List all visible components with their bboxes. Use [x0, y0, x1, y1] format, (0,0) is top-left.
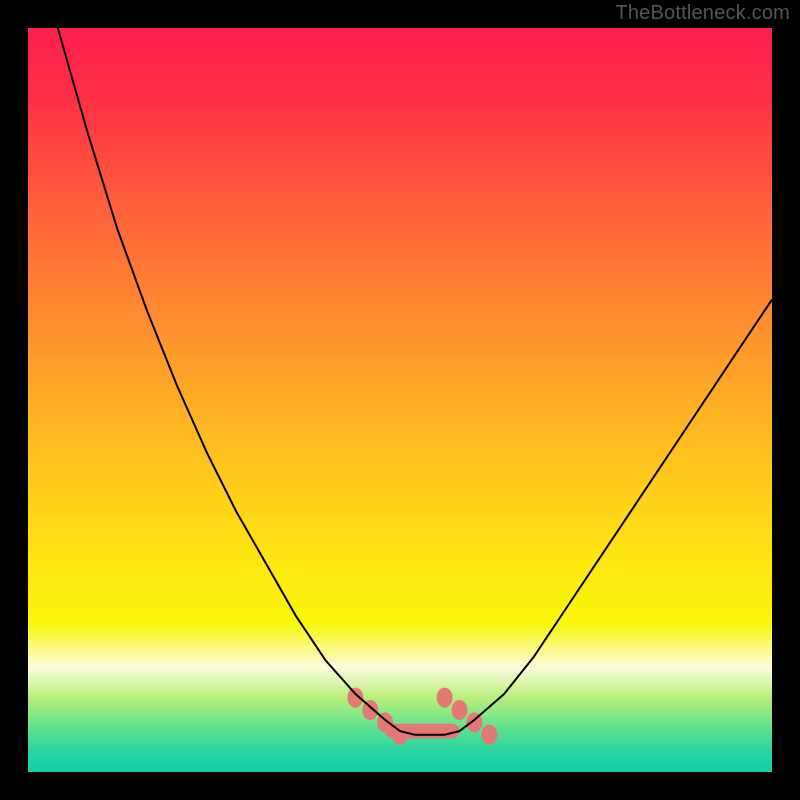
valley-markers-right-cluster: [452, 700, 468, 720]
plot-area: [28, 28, 772, 772]
valley-markers-right-cluster: [437, 688, 453, 708]
valley-markers-right-cluster: [481, 725, 497, 745]
curve-layer: [28, 28, 772, 772]
outer-frame: TheBottleneck.com: [0, 0, 800, 800]
valley-decorations: [347, 688, 497, 745]
curve-line: [28, 28, 772, 735]
watermark-text: TheBottleneck.com: [615, 2, 790, 25]
valley-floor-band: [385, 724, 459, 739]
